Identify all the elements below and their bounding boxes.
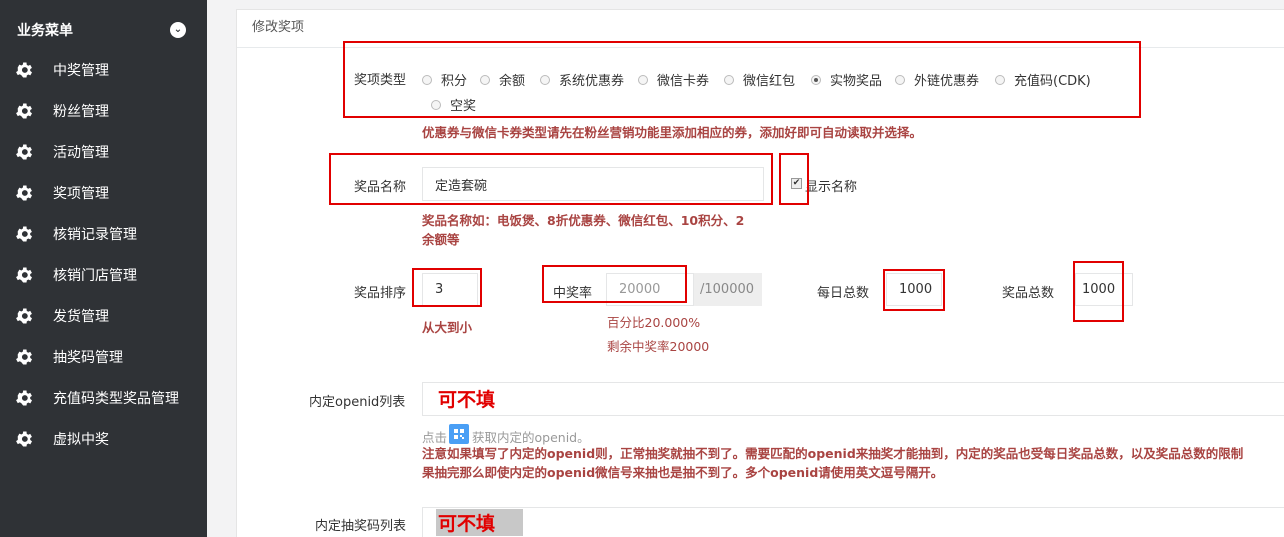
prize-type-option-label: 实物奖品 <box>830 74 883 89</box>
win-rate-value: 20000 <box>619 282 661 297</box>
prize-type-option[interactable]: 微信卡券 <box>638 70 709 89</box>
daily-total-label: 每日总数 <box>817 286 870 301</box>
qrcode-icon <box>454 429 464 439</box>
gear-icon <box>16 308 32 323</box>
daily-total-value: 1000 <box>899 282 933 297</box>
gear-icon <box>16 431 32 446</box>
sidebar-menu: 中奖管理粉丝管理活动管理奖项管理核销记录管理 核销门店管理 发货管理抽奖码管理充值码… <box>0 49 207 459</box>
sidebar-item[interactable]: 粉丝管理 <box>0 90 207 131</box>
radio-icon <box>422 74 432 85</box>
sidebar-item-label: 奖项管理 <box>53 185 109 202</box>
sidebar-item[interactable]: 核销门店管理 <box>0 254 207 295</box>
collapse-toggle-icon[interactable]: ⌄ <box>170 22 186 38</box>
openid-note-2: 果抽完那么即使内定的openid微信号来抽也是抽不到了。多个openid请使用英… <box>422 465 944 480</box>
prize-name-hint-2: 余额等 <box>422 232 460 247</box>
sidebar-item[interactable]: 抽奖码管理 <box>0 336 207 377</box>
radio-icon <box>480 74 490 85</box>
sidebar-item-label: 核销记录管理 <box>53 226 137 243</box>
prize-type-option-label: 充值码(CDK) <box>1014 74 1091 89</box>
sidebar-item-label: 虚拟中奖 <box>53 431 109 448</box>
prize-name-hint-1: 奖品名称如：电饭煲、8折优惠券、微信红包、10积分、2 <box>422 213 745 228</box>
panel-title: 修改奖项 <box>237 10 1284 48</box>
radio-icon <box>811 74 821 85</box>
code-list-input[interactable] <box>422 507 1284 537</box>
gear-icon <box>16 62 32 77</box>
radio-icon <box>895 74 905 85</box>
prize-type-option-label: 系统优惠券 <box>559 74 625 89</box>
radio-icon <box>638 74 648 85</box>
prize-type-option[interactable]: 余额 <box>480 70 525 89</box>
sidebar-item-label: 充值码类型奖品管理 <box>53 390 179 407</box>
radio-icon <box>540 74 550 85</box>
prize-type-option-label: 积分 <box>441 74 468 89</box>
sidebar-item-label: 核销门店管理 <box>53 267 137 284</box>
openid-optional-annotation: 可不填 <box>438 389 496 411</box>
prize-type-option-label: 外链优惠券 <box>914 74 980 89</box>
sidebar-item[interactable]: 中奖管理 <box>0 49 207 90</box>
radio-icon <box>995 74 1005 85</box>
sidebar-item-label: 粉丝管理 <box>53 103 109 120</box>
openid-list-input[interactable] <box>422 382 1284 416</box>
fetch-openid-button[interactable] <box>449 424 469 444</box>
radio-icon <box>724 74 734 85</box>
win-rate-suffix: /100000 <box>694 273 762 306</box>
sidebar-header-title: 业务菜单 <box>17 23 73 39</box>
prize-type-option-label: 空奖 <box>450 99 477 114</box>
sidebar-item-label: 中奖管理 <box>53 62 109 79</box>
edit-prize-panel: 修改奖项 奖项类型 积分 余额 系统优惠券 微信卡券 微信红包 实物奖品 外链优惠券 充值码(… <box>236 9 1284 537</box>
prize-type-option-label: 微信卡券 <box>657 74 710 89</box>
sidebar-item-label: 抽奖码管理 <box>53 349 123 366</box>
openid-list-label: 内定openid列表 <box>309 395 406 410</box>
prize-type-option[interactable]: 实物奖品 <box>811 70 882 89</box>
prize-type-option[interactable]: 空奖 <box>431 95 476 114</box>
gear-icon <box>16 144 32 159</box>
prize-type-option-label: 余额 <box>499 74 526 89</box>
prize-type-option[interactable]: 外链优惠券 <box>895 70 979 89</box>
openid-note-1: 注意如果填写了内定的openid则，正常抽奖就抽不到了。需要匹配的openid来… <box>422 446 1244 461</box>
sort-hint: 从大到小 <box>422 320 473 335</box>
prize-name-value: 定造套碗 <box>435 178 488 194</box>
win-rate-remaining: 剩余中奖率20000 <box>607 339 710 354</box>
gear-icon <box>16 267 32 282</box>
sidebar-item-label: 发货管理 <box>53 308 109 325</box>
win-rate-label: 中奖率 <box>553 286 593 301</box>
prize-type-option[interactable]: 系统优惠券 <box>540 70 624 89</box>
sidebar-item[interactable]: 虚拟中奖 <box>0 418 207 459</box>
gear-icon <box>16 390 32 405</box>
code-list-optional-annotation: 可不填 <box>436 509 524 536</box>
prize-type-option[interactable]: 积分 <box>422 70 467 89</box>
gear-icon <box>16 349 32 364</box>
prize-type-option[interactable]: 微信红包 <box>724 70 795 89</box>
sort-input[interactable]: 3 <box>422 273 478 306</box>
sidebar-item[interactable]: 奖项管理 <box>0 172 207 213</box>
sidebar-item[interactable]: 核销记录管理 <box>0 213 207 254</box>
daily-total-input[interactable]: 1000 <box>886 273 942 306</box>
gear-icon <box>16 103 32 118</box>
prize-name-label: 奖品名称 <box>354 180 407 195</box>
code-list-label: 内定抽奖码列表 <box>315 519 407 534</box>
sort-value: 3 <box>435 282 444 297</box>
prize-type-option[interactable]: 充值码(CDK) <box>995 70 1091 89</box>
radio-icon <box>431 99 441 110</box>
prize-total-value: 1000 <box>1082 282 1116 297</box>
prize-type-label: 奖项类型 <box>354 73 407 88</box>
prize-total-label: 奖品总数 <box>1002 286 1055 301</box>
prize-type-option-label: 微信红包 <box>743 74 796 89</box>
sidebar: 业务菜单 ⌄ 中奖管理粉丝管理活动管理奖项管理核销记录管理 核销门店管理 发货管理抽… <box>0 0 207 537</box>
show-name-label: 显示名称 <box>805 180 858 195</box>
sidebar-item[interactable]: 充值码类型奖品管理 <box>0 377 207 418</box>
gear-icon <box>16 226 32 241</box>
prize-type-hint: 优惠券与微信卡券类型请先在粉丝营销功能里添加相应的券，添加好即可自动读取并选择。 <box>422 125 923 140</box>
win-rate-input[interactable]: 20000 <box>606 273 694 306</box>
sidebar-item[interactable]: 活动管理 <box>0 131 207 172</box>
prize-total-input[interactable]: 1000 <box>1075 273 1133 306</box>
sidebar-item-label: 活动管理 <box>53 144 109 161</box>
win-rate-percent: 百分比20.000% <box>607 315 701 330</box>
gear-icon <box>16 185 32 200</box>
sort-label: 奖品排序 <box>354 286 407 301</box>
sidebar-item[interactable]: 发货管理 <box>0 295 207 336</box>
show-name-checkbox[interactable]: ✔ <box>791 178 802 189</box>
prize-name-input[interactable]: 定造套碗 <box>422 167 764 201</box>
